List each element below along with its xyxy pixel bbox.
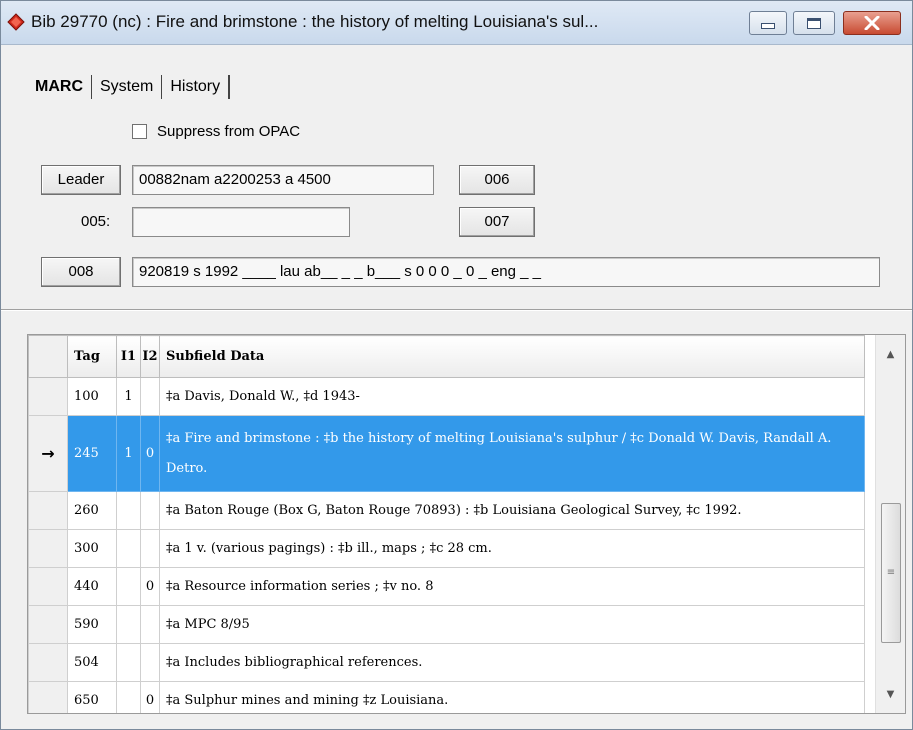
subfield-data-cell[interactable]: ‡a Includes bibliographical references. [159,643,865,682]
tag-cell[interactable]: 590 [67,605,117,644]
field-005-label: 005: [81,213,111,230]
tab-marc[interactable]: MARC [27,75,91,99]
column-header-i1[interactable]: I1 [116,335,141,378]
tab-separator [228,75,231,99]
minimize-icon [761,23,775,29]
column-header-tag[interactable]: Tag [67,335,117,378]
i1-cell[interactable] [116,529,141,568]
subfield-data-cell[interactable]: ‡a 1 v. (various pagings) : ‡b ill., map… [159,529,865,568]
close-icon [864,16,880,30]
column-header-subfield-data[interactable]: Subfield Data [159,335,865,378]
subfield-data-cell[interactable]: ‡a Resource information series ; ‡v no. … [159,567,865,606]
row-indicator[interactable] [28,491,68,530]
tag-cell[interactable]: 100 [67,377,117,416]
suppress-opac-label: Suppress from OPAC [157,123,301,140]
table-row[interactable]: 100 1 ‡a Davis, Donald W., ‡d 1943- [28,377,865,416]
tag-cell[interactable]: 650 [67,681,117,713]
tab-system[interactable]: System [92,75,161,99]
row-indicator[interactable] [28,529,68,568]
i2-cell[interactable] [140,605,160,644]
suppress-opac-checkbox[interactable] [132,124,147,139]
tab-history-label: History [170,78,221,95]
table-row[interactable]: 260 ‡a Baton Rouge (Box G, Baton Rouge 7… [28,491,865,530]
row-indicator[interactable] [28,605,68,644]
window-title: Bib 29770 (nc) : Fire and brimstone : th… [31,12,599,31]
scrollbar-thumb[interactable]: ≡ [881,503,901,643]
row-indicator[interactable] [28,643,68,682]
tag-cell[interactable]: 300 [67,529,117,568]
diamond-record-icon [7,13,25,31]
subfield-data-cell[interactable]: ‡a Fire and brimstone : ‡b the history o… [159,415,865,492]
i1-cell[interactable] [116,643,141,682]
maximize-icon [807,17,821,29]
scroll-down-button[interactable]: ▼ [876,675,905,713]
table-row[interactable]: 590 ‡a MPC 8/95 [28,605,865,644]
field-006-button[interactable]: 006 [459,165,535,195]
i2-cell[interactable]: 0 [140,681,160,713]
field-005-input[interactable] [132,207,350,237]
subfield-data-cell[interactable]: ‡a Davis, Donald W., ‡d 1943- [159,377,865,416]
scroll-up-arrow-icon: ▲ [886,348,895,360]
row-indicator-header [28,335,68,378]
minimize-button[interactable] [749,11,787,35]
i2-cell[interactable] [140,529,160,568]
i2-cell[interactable] [140,643,160,682]
i2-cell[interactable] [140,377,160,416]
grip-icon: ≡ [886,567,896,578]
marc-fields-table: Tag I1 I2 Subfield Data 100 1 ‡a Davis, … [28,335,865,713]
row-indicator[interactable]: → [28,415,68,492]
scroll-down-arrow-icon: ▼ [886,688,895,700]
subfield-data-cell[interactable]: ‡a Sulphur mines and mining ‡z Louisiana… [159,681,865,713]
field-007-button[interactable]: 007 [459,207,535,237]
tag-cell[interactable]: 440 [67,567,117,606]
i1-cell[interactable] [116,567,141,606]
tab-bar: MARC System History [27,75,231,99]
i2-cell[interactable] [140,491,160,530]
tab-marc-label: MARC [35,78,83,95]
table-row[interactable]: 300 ‡a 1 v. (various pagings) : ‡b ill.,… [28,529,865,568]
title-bar[interactable]: Bib 29770 (nc) : Fire and brimstone : th… [1,1,912,45]
row-indicator[interactable] [28,377,68,416]
tag-cell[interactable]: 504 [67,643,117,682]
vertical-scrollbar[interactable]: ▲ ≡ ▼ [875,335,905,713]
marc-editor-window: Bib 29770 (nc) : Fire and brimstone : th… [0,0,913,730]
table-row[interactable]: 504 ‡a Includes bibliographical referenc… [28,643,865,682]
row-indicator[interactable] [28,681,68,713]
tag-cell[interactable]: 245 [67,415,117,492]
table-row[interactable]: 440 0 ‡a Resource information series ; ‡… [28,567,865,606]
i2-cell[interactable]: 0 [140,567,160,606]
current-row-arrow-icon: → [41,444,55,463]
field-008-button[interactable]: 008 [41,257,121,287]
i2-cell[interactable]: 0 [140,415,160,492]
table-header-row: Tag I1 I2 Subfield Data [28,335,865,378]
i1-cell[interactable] [116,605,141,644]
marc-fields-grid: Tag I1 I2 Subfield Data 100 1 ‡a Davis, … [27,334,906,714]
tag-cell[interactable]: 260 [67,491,117,530]
table-row[interactable]: 650 0 ‡a Sulphur mines and mining ‡z Lou… [28,681,865,713]
i1-cell[interactable]: 1 [116,377,141,416]
i1-cell[interactable]: 1 [116,415,141,492]
close-button[interactable] [843,11,901,35]
maximize-button[interactable] [793,11,835,35]
tab-history[interactable]: History [162,75,228,99]
scroll-up-button[interactable]: ▲ [876,335,905,373]
column-header-i2[interactable]: I2 [140,335,160,378]
i1-cell[interactable] [116,491,141,530]
field-008-input[interactable]: 920819 s 1992 ____ lau ab__ _ _ b___ s 0… [132,257,880,287]
tab-system-label: System [100,78,154,95]
section-divider [1,309,912,311]
row-indicator[interactable] [28,567,68,606]
leader-button[interactable]: Leader [41,165,121,195]
i1-cell[interactable] [116,681,141,713]
suppress-opac-option[interactable]: Suppress from OPAC [132,123,300,140]
leader-field[interactable]: 00882nam a2200253 a 4500 [132,165,434,195]
subfield-data-cell[interactable]: ‡a MPC 8/95 [159,605,865,644]
subfield-data-cell[interactable]: ‡a Baton Rouge (Box G, Baton Rouge 70893… [159,491,865,530]
table-row-selected[interactable]: → 245 1 0 ‡a Fire and brimstone : ‡b the… [28,415,865,492]
